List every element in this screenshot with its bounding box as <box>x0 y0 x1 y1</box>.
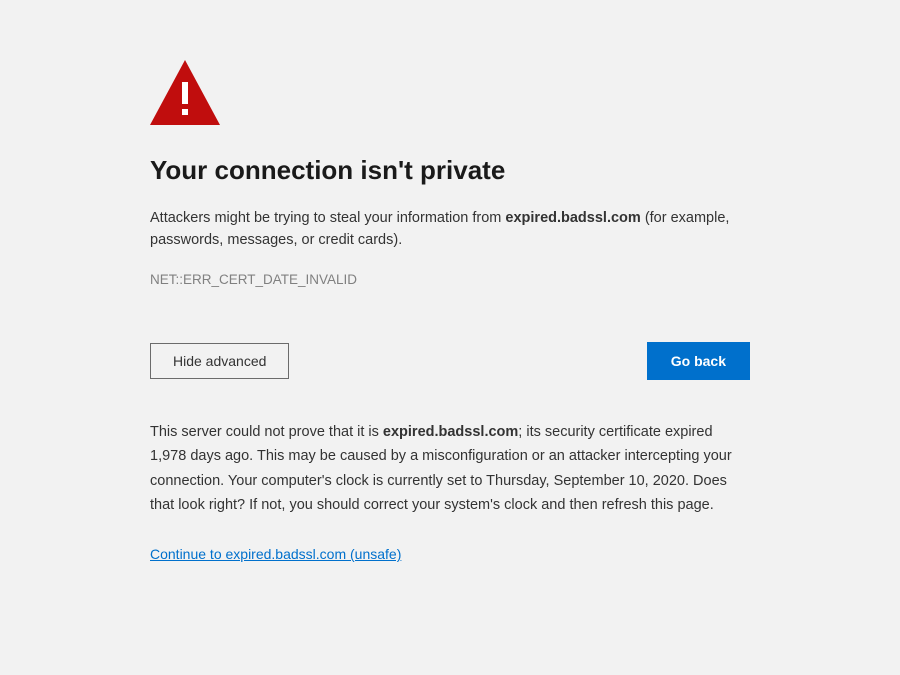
details-hostname: expired.badssl.com <box>383 424 518 440</box>
continue-unsafe-link[interactable]: Continue to expired.badssl.com (unsafe) <box>150 546 401 562</box>
go-back-button[interactable]: Go back <box>647 342 750 380</box>
error-heading: Your connection isn't private <box>150 155 750 186</box>
error-hostname: expired.badssl.com <box>505 210 640 226</box>
hide-advanced-button[interactable]: Hide advanced <box>150 343 289 379</box>
error-code: NET::ERR_CERT_DATE_INVALID <box>150 272 750 287</box>
details-prefix: This server could not prove that it is <box>150 424 383 440</box>
description-prefix: Attackers might be trying to steal your … <box>150 210 505 226</box>
error-details: This server could not prove that it is e… <box>150 420 750 519</box>
error-description: Attackers might be trying to steal your … <box>150 208 750 252</box>
ssl-error-page: Your connection isn't private Attackers … <box>0 0 900 604</box>
button-row: Hide advanced Go back <box>150 342 750 380</box>
warning-triangle-icon <box>150 60 750 125</box>
